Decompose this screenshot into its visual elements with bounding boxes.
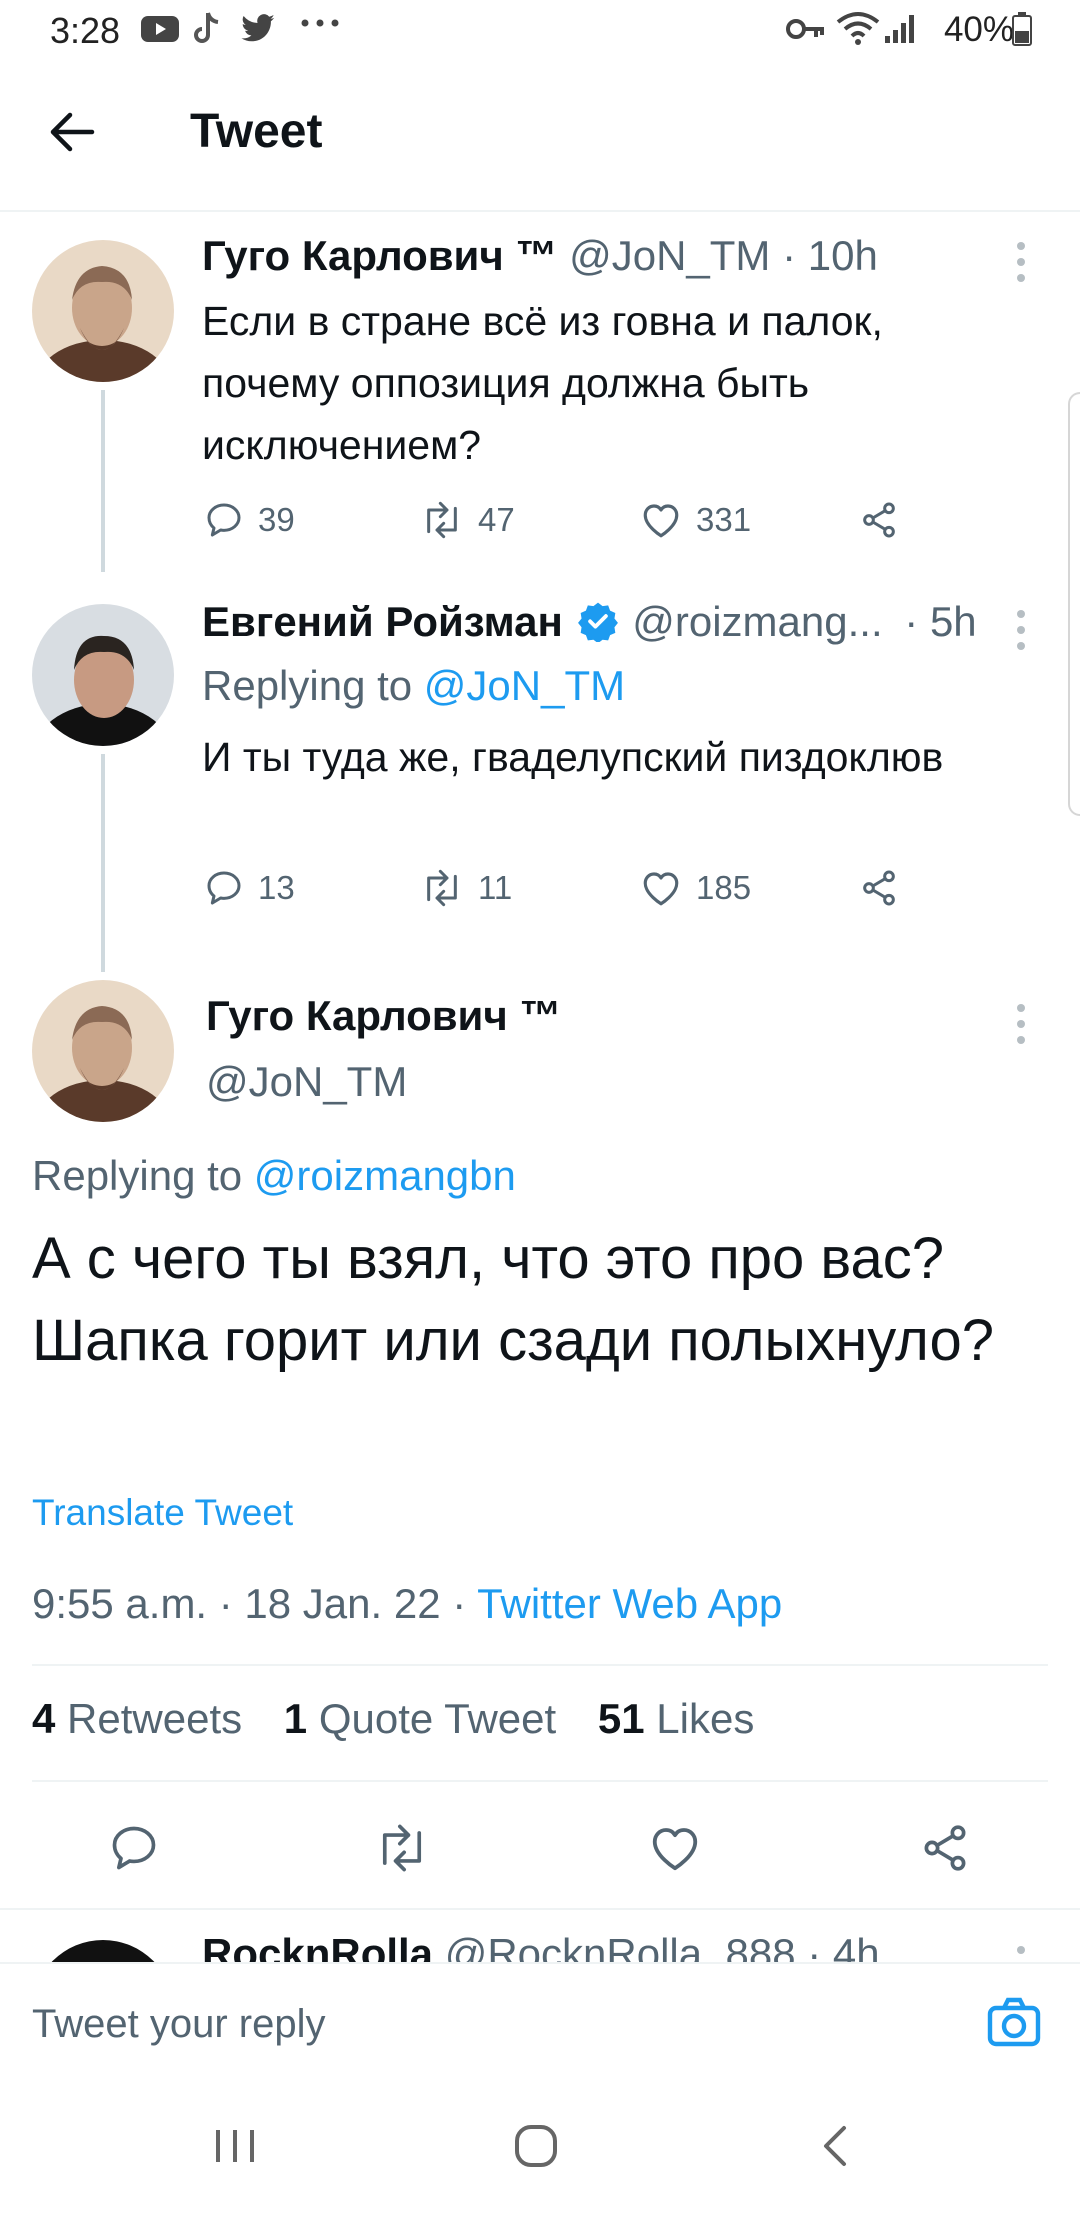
avatar[interactable] (32, 1940, 174, 1962)
retweets-label[interactable]: Retweets (67, 1695, 242, 1742)
author-name[interactable]: Гуго Карлович ™ (202, 232, 557, 279)
tweet-meta: 9:55 a.m. · 18 Jan. 22 · Twitter Web App (32, 1580, 782, 1628)
edge-panel-handle[interactable] (1068, 392, 1080, 816)
author-handle[interactable]: @JoN_TM (569, 232, 770, 279)
avatar[interactable] (32, 604, 174, 746)
recent-apps-icon[interactable] (212, 2126, 258, 2166)
quotes-count[interactable]: 1 (284, 1695, 307, 1742)
thread-connector (101, 390, 105, 572)
status-time: 3:28 (50, 10, 121, 51)
more-notifications-icon (300, 18, 340, 28)
tweet-source-link[interactable]: Twitter Web App (477, 1580, 782, 1627)
heart-icon (640, 500, 682, 540)
quotes-label[interactable]: Quote Tweet (319, 1695, 556, 1742)
like-button[interactable]: 185 (640, 868, 751, 908)
more-options-icon[interactable] (1016, 242, 1026, 290)
like-count: 331 (696, 501, 752, 538)
like-count: 185 (696, 869, 752, 906)
tweet-time: · 4h (807, 1930, 880, 1962)
replying-to-label: Replying to (32, 1152, 243, 1199)
author-handle[interactable]: @JoN_TM (206, 1058, 407, 1105)
heart-icon[interactable] (648, 1822, 702, 1874)
back-icon[interactable] (818, 2124, 854, 2168)
avatar[interactable] (32, 980, 174, 1122)
likes-count[interactable]: 51 (598, 1695, 645, 1742)
retweets-count[interactable]: 4 (32, 1695, 55, 1742)
share-icon (858, 500, 900, 540)
like-button[interactable]: 331 (640, 500, 751, 540)
more-options-icon[interactable] (1016, 1004, 1026, 1052)
retweet-icon (420, 868, 464, 908)
author-handle[interactable]: @roizmang... (632, 598, 882, 645)
author-handle[interactable]: @RocknRolla_888 (445, 1930, 796, 1962)
more-options-icon[interactable] (1016, 1946, 1026, 1962)
replying-to-label: Replying to (202, 662, 413, 709)
thread-connector (101, 754, 105, 972)
share-icon (858, 868, 900, 908)
app-header: Tweet (0, 62, 1080, 212)
author-name[interactable]: Евгений Ройзман (202, 598, 563, 645)
divider (32, 1780, 1048, 1782)
share-icon[interactable] (918, 1822, 972, 1874)
tweet-text: А с чего ты взял, что это про вас? Шапка… (32, 1226, 994, 1373)
replying-to-handle[interactable]: @roizmangbn (254, 1152, 516, 1199)
next-reply-preview[interactable]: RocknRolla @RocknRolla_888 · 4h (0, 1910, 1080, 1962)
retweet-count: 47 (478, 501, 515, 538)
tweet-time: · 5h (904, 598, 977, 645)
share-button[interactable] (858, 868, 900, 908)
reply-composer (0, 1962, 1080, 2086)
battery-percentage: 40% (943, 10, 1014, 49)
retweet-icon[interactable] (374, 1822, 430, 1874)
retweet-count: 11 (478, 869, 513, 906)
key-icon (786, 16, 826, 42)
system-navigation-bar (0, 2084, 1080, 2220)
battery-icon (1012, 12, 1032, 46)
translate-tweet-link[interactable]: Translate Tweet (32, 1492, 293, 1534)
status-bar: 3:28 40% (0, 0, 1080, 62)
reply-icon (204, 500, 244, 540)
retweet-button[interactable]: 11 (420, 868, 512, 908)
twitter-bird-icon (240, 14, 276, 44)
camera-icon[interactable] (986, 1996, 1042, 2048)
author-name[interactable]: Гуго Карлович ™ (206, 992, 561, 1039)
avatar[interactable] (32, 240, 174, 382)
tweet-time: · 10h (782, 232, 878, 279)
engagement-stats: 4 Retweets 1 Quote Tweet 51 Likes (32, 1695, 784, 1743)
reply-button[interactable]: 13 (204, 868, 295, 908)
reply-button[interactable]: 39 (204, 500, 295, 540)
back-arrow-icon[interactable] (48, 110, 96, 154)
reply-count: 39 (258, 501, 295, 538)
wifi-icon (836, 10, 880, 46)
author-name[interactable]: RocknRolla (202, 1930, 433, 1962)
more-options-icon[interactable] (1016, 610, 1026, 658)
reply-icon[interactable] (108, 1822, 160, 1874)
retweet-button[interactable]: 47 (420, 500, 515, 540)
verified-badge-icon (577, 600, 619, 642)
likes-label[interactable]: Likes (656, 1695, 754, 1742)
tweet-text: Если в стране всё из говна и палок, поче… (202, 298, 883, 468)
tiktok-icon (192, 10, 222, 46)
divider (32, 1664, 1048, 1666)
replying-to-handle[interactable]: @JoN_TM (424, 662, 625, 709)
youtube-icon (140, 14, 180, 44)
share-button[interactable] (858, 500, 900, 540)
reply-input[interactable] (30, 1990, 934, 2058)
home-icon[interactable] (512, 2122, 560, 2170)
tweet-timestamp: 9:55 a.m. · 18 Jan. 22 · (32, 1580, 467, 1627)
retweet-icon (420, 500, 464, 540)
tweet-text: И ты туда же, гваделупский пиздоклюв (202, 734, 944, 780)
signal-icon (884, 12, 918, 44)
reply-icon (204, 868, 244, 908)
reply-count: 13 (258, 869, 295, 906)
heart-icon (640, 868, 682, 908)
page-title: Tweet (190, 105, 323, 158)
